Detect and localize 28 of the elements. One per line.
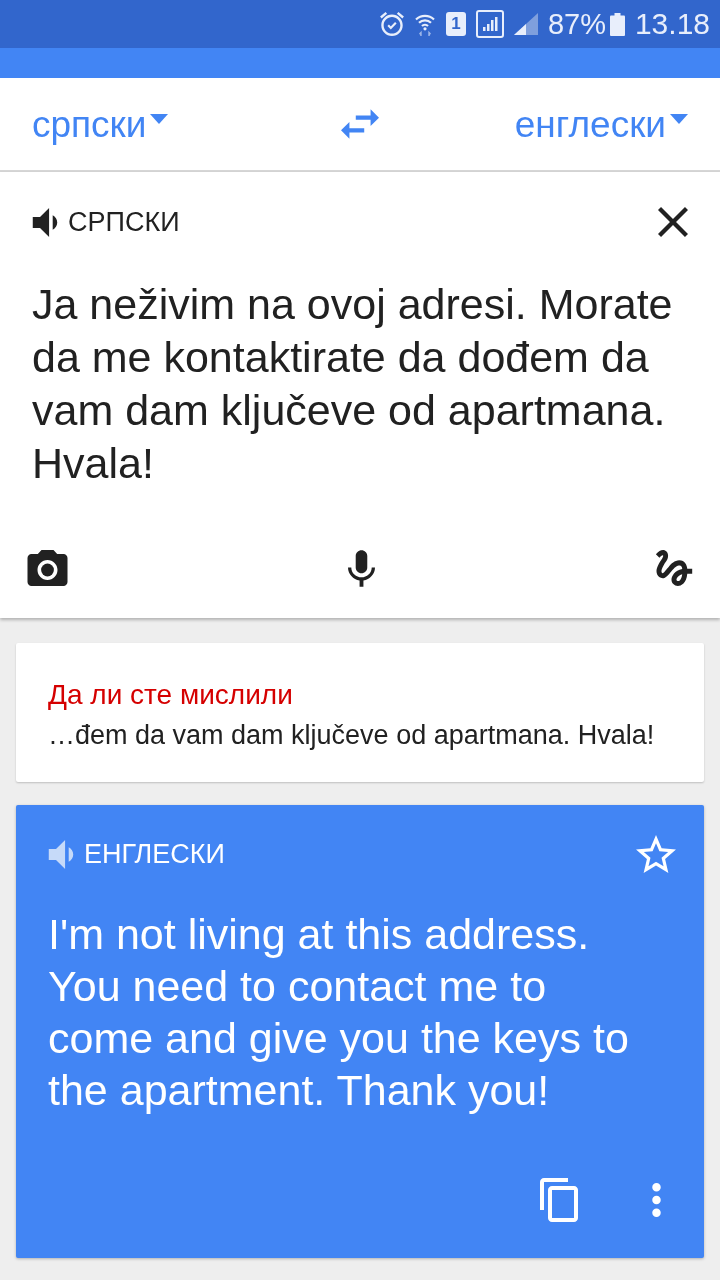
- handwriting-icon[interactable]: [655, 550, 693, 586]
- source-language-label: СРПСКИ: [68, 208, 180, 236]
- speaker-icon[interactable]: [32, 207, 58, 237]
- battery-icon: [609, 12, 625, 36]
- star-icon[interactable]: [636, 835, 676, 873]
- source-text-input[interactable]: Ja neživim na ovoj adresi. Morate da me kontaktirate da dođem da vam dam ključeve od apartmana. Hvala!: [32, 278, 704, 490]
- suggestion-card[interactable]: Да ли сте мислили …đem da vam dam ključeve od apartmana. Hvala!: [16, 643, 704, 782]
- swap-icon[interactable]: [341, 109, 379, 139]
- caret-icon: [150, 114, 169, 124]
- translation-text: I'm not living at this address. You need to contact me to come and give you the keys to the apartment. Thank you!: [48, 909, 630, 1116]
- battery-percent: 87%: [547, 9, 606, 39]
- wifi-icon: [413, 12, 436, 36]
- microphone-icon[interactable]: [348, 549, 375, 587]
- more-options-icon[interactable]: [652, 1183, 661, 1217]
- sim-indicator: 1: [445, 12, 466, 36]
- suggestion-text[interactable]: …đem da vam dam ključeve od apartmana. Hvala!: [48, 714, 692, 755]
- signal-icon: [513, 13, 538, 35]
- signal-icon: [475, 10, 504, 38]
- target-language-label: ЕНГЛЕСКИ: [84, 840, 225, 868]
- close-icon[interactable]: [658, 207, 688, 237]
- suggestion-heading: Да ли сте мислили: [48, 677, 294, 712]
- copy-icon[interactable]: [540, 1178, 578, 1222]
- source-language-button[interactable]: српски: [32, 105, 169, 143]
- caret-icon: [670, 114, 688, 124]
- clock-time: 13.18: [634, 9, 710, 39]
- alarm-icon: [379, 12, 404, 36]
- target-language-button[interactable]: енглески: [514, 105, 688, 143]
- camera-icon[interactable]: [27, 550, 68, 586]
